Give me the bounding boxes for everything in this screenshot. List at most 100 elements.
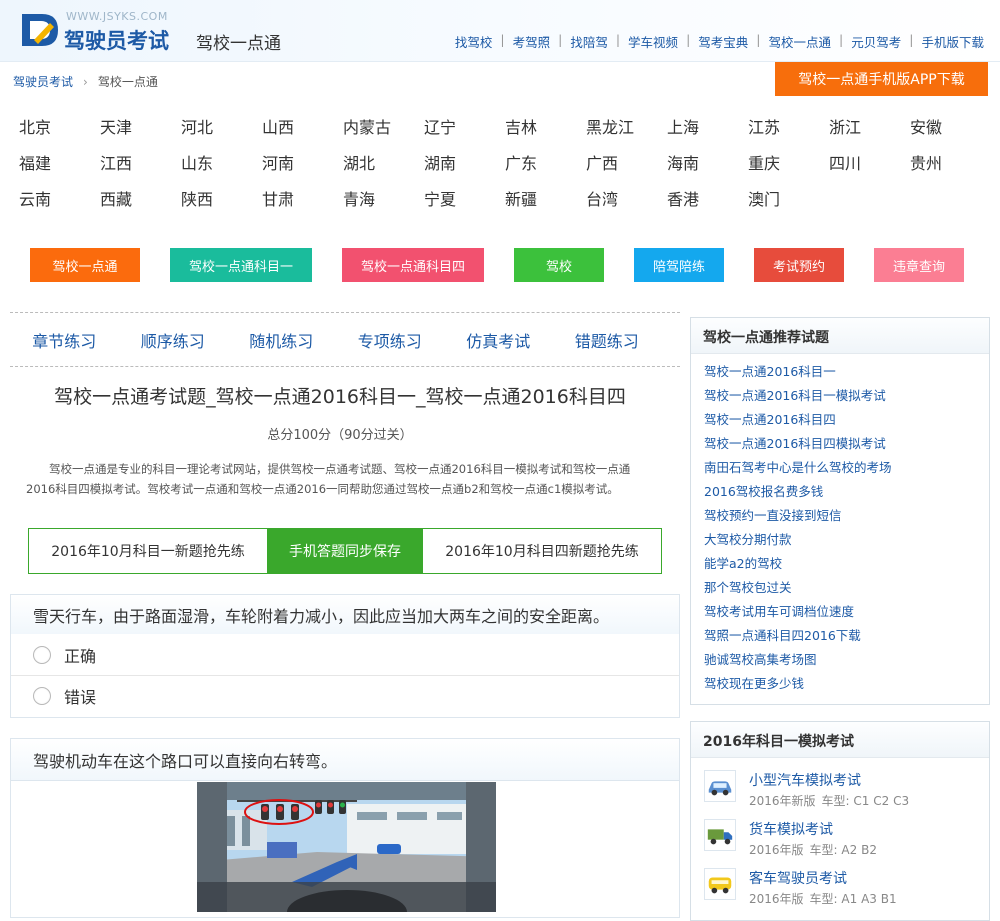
- tab-mobile-sync[interactable]: 手机答题同步保存: [267, 529, 423, 573]
- mock-exam-link[interactable]: 货车模拟考试: [749, 819, 833, 839]
- breadcrumb-home[interactable]: 驾驶员考试: [13, 73, 73, 90]
- province-link[interactable]: 吉林: [505, 110, 586, 146]
- nav-link-videos[interactable]: 学车视频: [628, 32, 678, 51]
- site-subtitle: 驾校一点通: [196, 34, 281, 54]
- radio-button[interactable]: [33, 645, 51, 664]
- logo-url-text: WWW.JSYKS.COM: [66, 10, 168, 23]
- province-link[interactable]: 四川: [829, 146, 910, 182]
- tab-subject-four-new[interactable]: 2016年10月科目四新题抢先练: [423, 529, 661, 573]
- province-link[interactable]: 河南: [262, 146, 343, 182]
- recommended-link[interactable]: 驾校一点通2016科目一: [704, 360, 989, 384]
- province-link[interactable]: 广东: [505, 146, 586, 182]
- province-link[interactable]: 安徽: [910, 110, 991, 146]
- province-link[interactable]: 浙江: [829, 110, 910, 146]
- mock-exam-meta: 2016年版 车型: A1 A3 B1: [749, 892, 897, 906]
- app-download-button[interactable]: 驾校一点通手机版APP下载: [775, 62, 988, 96]
- province-link[interactable]: 陕西: [181, 182, 262, 218]
- mock-exam-link[interactable]: 客车驾驶员考试: [749, 868, 847, 888]
- province-link[interactable]: 甘肃: [262, 182, 343, 218]
- province-link[interactable]: 山西: [262, 110, 343, 146]
- province-link[interactable]: 黑龙江: [586, 110, 667, 146]
- province-link[interactable]: 香港: [667, 182, 748, 218]
- province-link[interactable]: 海南: [667, 146, 748, 182]
- recommended-link[interactable]: 驾校考试用车可调档位速度: [704, 600, 989, 624]
- btn-exam-booking[interactable]: 考试预约: [754, 248, 844, 282]
- province-link[interactable]: 山东: [181, 146, 262, 182]
- recommended-link[interactable]: 大驾校分期付款: [704, 528, 989, 552]
- province-link[interactable]: 湖南: [424, 146, 505, 182]
- radio-button[interactable]: [33, 687, 51, 705]
- province-link[interactable]: 西藏: [100, 182, 181, 218]
- bus-icon: [704, 868, 736, 900]
- province-link[interactable]: 宁夏: [424, 182, 505, 218]
- score-info: 总分100分（90分过关）: [267, 428, 413, 443]
- mock-exam-link[interactable]: 小型汽车模拟考试: [749, 770, 861, 790]
- recommended-link[interactable]: 那个驾校包过关: [704, 576, 989, 600]
- btn-violation-query[interactable]: 违章查询: [874, 248, 964, 282]
- tab-random-practice[interactable]: 随机练习: [227, 328, 336, 352]
- exercise-tabs: 章节练习 顺序练习 随机练习 专项练习 仿真考试 错题练习: [10, 312, 680, 367]
- btn-subject-four[interactable]: 驾校一点通科目四: [342, 248, 484, 282]
- site-logo-icon[interactable]: [20, 10, 60, 50]
- nav-link-yidiantong[interactable]: 驾校一点通: [769, 32, 832, 51]
- nav-link-baodian[interactable]: 驾考宝典: [698, 32, 748, 51]
- truck-icon: [704, 819, 736, 851]
- tab-sequential-practice[interactable]: 顺序练习: [119, 328, 228, 352]
- province-link[interactable]: 澳门: [748, 182, 829, 218]
- province-link[interactable]: 湖北: [343, 146, 424, 182]
- recommended-link[interactable]: 驾校一点通2016科目一模拟考试: [704, 384, 989, 408]
- recommended-link[interactable]: 驾校一点通2016科目四模拟考试: [704, 432, 989, 456]
- recommended-link[interactable]: 驰诚驾校高集考场图: [704, 648, 989, 672]
- province-link[interactable]: 青海: [343, 182, 424, 218]
- province-link[interactable]: 内蒙古: [343, 110, 424, 146]
- answer-option-wrong[interactable]: 错误: [11, 675, 679, 716]
- province-link[interactable]: 新疆: [505, 182, 586, 218]
- recommended-link[interactable]: 驾校现在更多少钱: [704, 672, 989, 696]
- province-link[interactable]: 江苏: [748, 110, 829, 146]
- recommended-link[interactable]: 驾校一点通2016科目四: [704, 408, 989, 432]
- nav-link-get-license[interactable]: 考驾照: [513, 32, 551, 51]
- chevron-right-icon: ›: [83, 74, 88, 89]
- province-link[interactable]: 上海: [667, 110, 748, 146]
- btn-yidiantong[interactable]: 驾校一点通: [30, 248, 140, 282]
- province-link[interactable]: 福建: [19, 146, 100, 182]
- province-link[interactable]: 云南: [19, 182, 100, 218]
- tab-special-practice[interactable]: 专项练习: [336, 328, 445, 352]
- province-link[interactable]: 贵州: [910, 146, 991, 182]
- tab-subject-one-new[interactable]: 2016年10月科目一新题抢先练: [29, 529, 267, 573]
- recommended-panel: 驾校一点通推荐试题 驾校一点通2016科目一 驾校一点通2016科目一模拟考试 …: [690, 317, 990, 705]
- province-link[interactable]: 江西: [100, 146, 181, 182]
- mock-exam-item[interactable]: 货车模拟考试 2016年版 车型: A2 B2: [691, 813, 989, 862]
- recommended-link[interactable]: 2016驾校报名费多钱: [704, 480, 989, 504]
- btn-subject-one[interactable]: 驾校一点通科目一: [170, 248, 312, 282]
- province-link[interactable]: 河北: [181, 110, 262, 146]
- question-card: 驾驶机动车在这个路口可以直接向右转弯。: [10, 738, 680, 918]
- mock-exam-item[interactable]: 小型汽车模拟考试 2016年新版 车型: C1 C2 C3: [691, 764, 989, 813]
- recommended-link[interactable]: 南田石驾考中心是什么驾校的考场: [704, 456, 989, 480]
- question-card: 雪天行车，由于路面湿滑，车轮附着力减小，因此应当加大两车之间的安全距离。 正确 …: [10, 594, 680, 718]
- mock-exam-meta: 2016年版 车型: A2 B2: [749, 843, 877, 857]
- answer-option-correct[interactable]: 正确: [11, 634, 679, 675]
- btn-practice-driving[interactable]: 陪驾陪练: [634, 248, 724, 282]
- nav-link-yuanbei[interactable]: 元贝驾考: [851, 32, 901, 51]
- nav-link-mobile-download[interactable]: 手机版下载: [921, 32, 984, 51]
- province-link[interactable]: 天津: [100, 110, 181, 146]
- province-link[interactable]: 重庆: [748, 146, 829, 182]
- province-link[interactable]: 广西: [586, 146, 667, 182]
- recommended-link[interactable]: 能学a2的驾校: [704, 552, 989, 576]
- recommended-link[interactable]: 驾校预约一直没接到短信: [704, 504, 989, 528]
- option-label: 错误: [64, 688, 97, 707]
- btn-driving-school[interactable]: 驾校: [514, 248, 604, 282]
- mock-exam-item[interactable]: 客车驾驶员考试 2016年版 车型: A1 A3 B1: [691, 862, 989, 911]
- logo-title[interactable]: 驾驶员考试: [64, 25, 169, 55]
- tab-chapter-practice[interactable]: 章节练习: [10, 328, 119, 352]
- province-link[interactable]: 辽宁: [424, 110, 505, 146]
- tab-mock-exam[interactable]: 仿真考试: [444, 328, 553, 352]
- tab-wrong-questions[interactable]: 错题练习: [553, 328, 662, 352]
- nav-link-find-coach[interactable]: 找陪驾: [570, 32, 608, 51]
- recommended-link[interactable]: 驾照一点通科目四2016下载: [704, 624, 989, 648]
- province-link[interactable]: 北京: [19, 110, 100, 146]
- nav-link-find-school[interactable]: 找驾校: [455, 32, 493, 51]
- intersection-illustration: [197, 782, 496, 912]
- province-link[interactable]: 台湾: [586, 182, 667, 218]
